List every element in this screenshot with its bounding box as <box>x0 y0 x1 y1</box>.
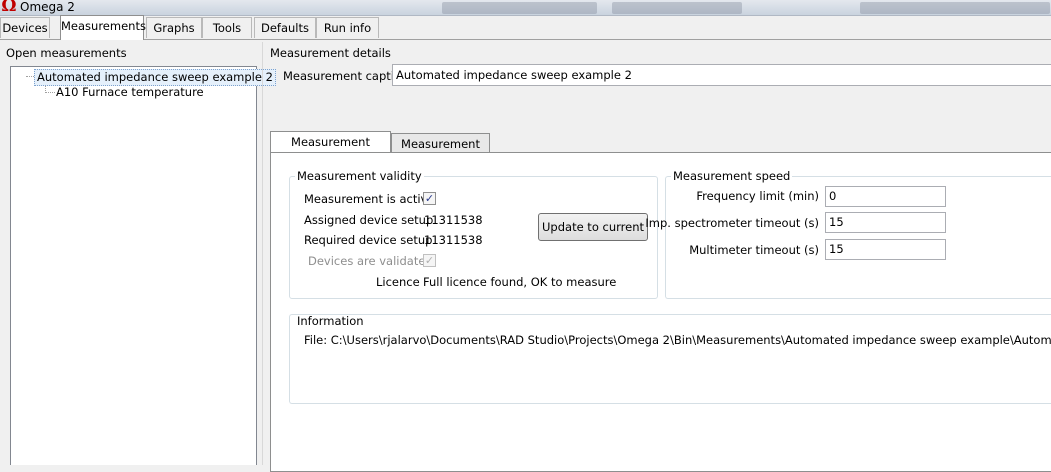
tab-defaults[interactable]: Defaults <box>254 17 316 38</box>
active-checkbox[interactable]: ✓ <box>423 192 436 205</box>
caption-label: Measurement caption <box>283 69 409 83</box>
validity-group-title: Measurement validity <box>295 169 424 183</box>
tree-connector <box>45 92 55 93</box>
title-bar: Ω Omega 2 <box>0 0 1051 16</box>
tab-devices[interactable]: Devices <box>0 17 50 38</box>
measurement-tree[interactable]: Automated impedance sweep example 2 A10 … <box>10 66 276 465</box>
multimeter-timeout-input[interactable]: 15 <box>825 239 946 260</box>
active-label: Measurement is active <box>304 192 435 206</box>
background-window-tab <box>860 2 1050 14</box>
background-window-tab <box>442 2 597 14</box>
panel-splitter[interactable] <box>262 42 266 465</box>
information-group-title: Information <box>295 314 366 328</box>
required-setup-value: 11311538 <box>424 233 483 247</box>
settings-panel: Measurement validity Measurement is acti… <box>270 152 1051 472</box>
tab-tools[interactable]: Tools <box>202 17 252 38</box>
tab-measurement-settings[interactable]: Measurement settings <box>270 131 391 169</box>
multimeter-timeout-label: Multimeter timeout (s) <box>689 243 819 257</box>
validity-group: Measurement validity Measurement is acti… <box>289 169 658 299</box>
tab-measurements[interactable]: Measurements <box>60 15 146 40</box>
measurement-details-label: Measurement details <box>270 46 391 60</box>
frequency-limit-label: Frequency limit (min) <box>696 189 819 203</box>
licence-label: Licence <box>376 275 420 289</box>
update-to-current-button[interactable]: Update to current <box>538 213 648 241</box>
main-tab-strip: Devices Measurements Graphs Tools Defaul… <box>0 15 1051 40</box>
imp-timeout-label: Imp. spectrometer timeout (s) <box>645 216 819 230</box>
frequency-limit-input[interactable]: 0 <box>825 186 946 207</box>
tab-measurement-data[interactable]: Measurement data <box>391 133 490 171</box>
caption-input[interactable]: Automated impedance sweep example 2 <box>392 64 1051 86</box>
validated-checkbox: ✓ <box>423 254 436 267</box>
window-title: Omega 2 <box>20 0 75 14</box>
assigned-setup-value: 11311538 <box>424 213 483 227</box>
tab-run-info[interactable]: Run info <box>316 17 379 38</box>
omega-icon: Ω <box>1 0 17 16</box>
tree-node-measurement[interactable]: Automated impedance sweep example 2 <box>34 69 276 86</box>
tab-graphs[interactable]: Graphs <box>146 17 202 38</box>
licence-value: Full licence found, OK to measure <box>423 275 617 289</box>
open-measurements-label: Open measurements <box>6 46 127 60</box>
file-path-text: File: C:\Users\rjalarvo\Documents\RAD St… <box>304 333 1051 347</box>
tree-connector <box>26 76 34 77</box>
speed-group-title: Measurement speed <box>671 169 793 183</box>
assigned-setup-label: Assigned device setup <box>304 213 434 227</box>
background-window-tab <box>612 2 742 14</box>
validated-label: Devices are validated <box>308 254 433 268</box>
imp-timeout-input[interactable]: 15 <box>825 212 946 233</box>
information-group: Information File: C:\Users\rjalarvo\Docu… <box>289 314 1051 404</box>
required-setup-label: Required device setup <box>304 233 433 247</box>
tree-node-device[interactable]: A10 Furnace temperature <box>56 85 204 99</box>
speed-group: Measurement speed Frequency limit (min) … <box>645 169 1051 299</box>
